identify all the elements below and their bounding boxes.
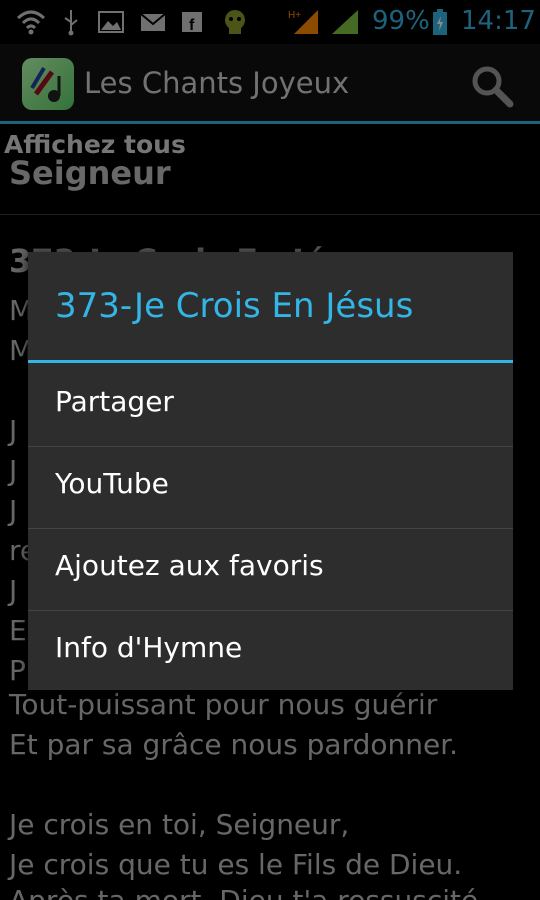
- dialog-title: 373-Je Crois En Jésus: [55, 286, 414, 326]
- menu-item-label: Ajoutez aux favoris: [55, 549, 324, 582]
- song-options-dialog: 373-Je Crois En Jésus Partager YouTube A…: [28, 252, 513, 690]
- dialog-title-divider: [28, 360, 513, 363]
- menu-item-hymn-info[interactable]: Info d'Hymne: [28, 611, 513, 692]
- menu-item-add-favorites[interactable]: Ajoutez aux favoris: [28, 529, 513, 610]
- menu-item-label: YouTube: [55, 467, 169, 500]
- menu-item-share[interactable]: Partager: [28, 365, 513, 446]
- menu-item-youtube[interactable]: YouTube: [28, 447, 513, 528]
- menu-item-label: Info d'Hymne: [55, 631, 243, 664]
- menu-item-label: Partager: [55, 385, 174, 418]
